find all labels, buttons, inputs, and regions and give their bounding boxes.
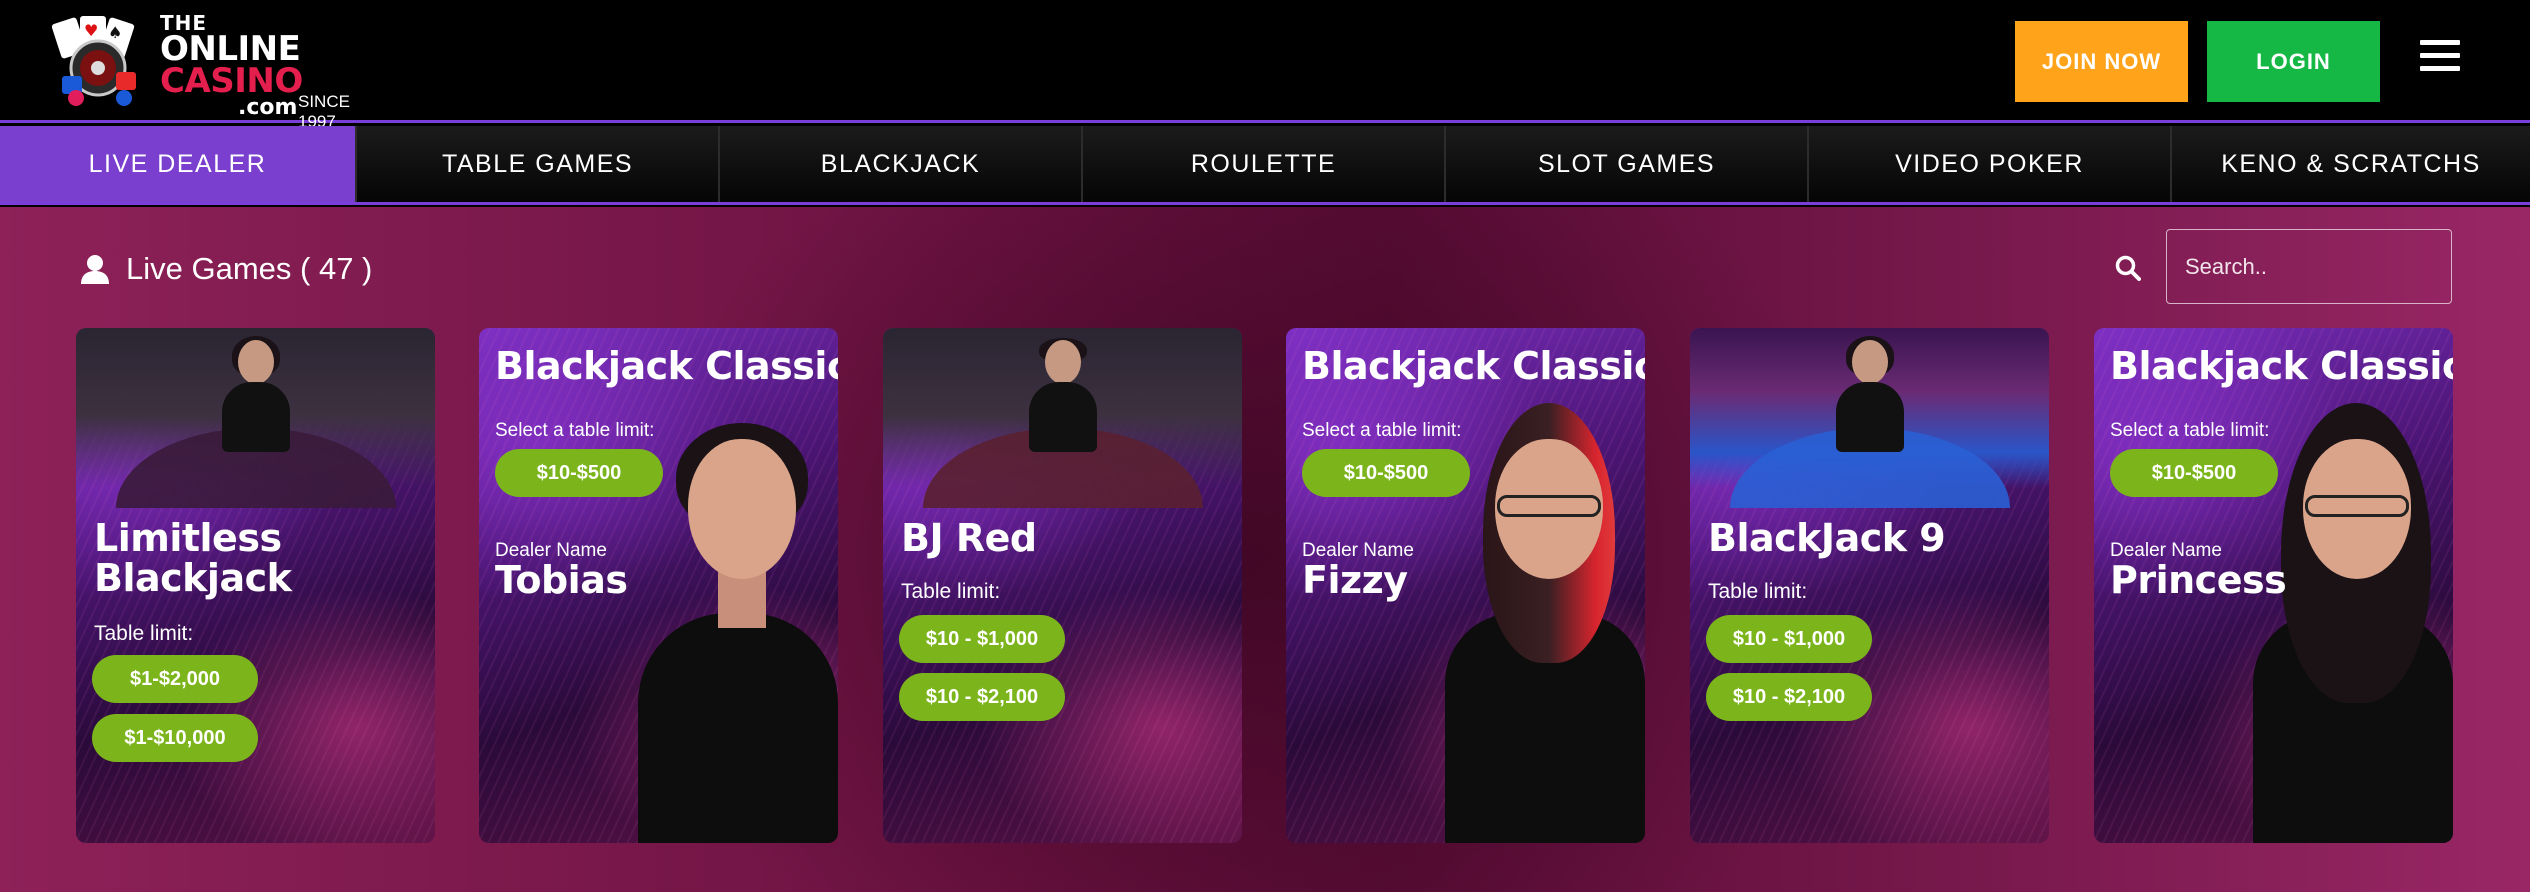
svg-text:♠: ♠: [108, 23, 122, 42]
game-card-bj-red[interactable]: BJ Red Table limit: $10 - $1,000 $10 - $…: [883, 328, 1242, 843]
menu-icon[interactable]: [2420, 40, 2460, 72]
tab-roulette[interactable]: ROULETTE: [1083, 126, 1446, 202]
dealer-name: Tobias: [495, 558, 628, 602]
logo-wordmark: THE ONLINE CASINO .com: [160, 13, 303, 118]
casino-emblem-icon: ♥ ♠: [51, 16, 136, 106]
limit-pill[interactable]: $10 - $1,000: [1706, 615, 1872, 663]
dealer-photo: [76, 328, 435, 508]
game-name: BJ Red: [901, 516, 1037, 560]
live-games-count: Live Games ( 47 ): [126, 251, 373, 286]
limit-pill[interactable]: $10 - $2,100: [1706, 673, 1872, 721]
game-name: Limitless Blackjack: [94, 516, 292, 600]
login-button[interactable]: LOGIN: [2207, 21, 2380, 102]
join-now-button[interactable]: JOIN NOW: [2015, 21, 2188, 102]
select-limit-label: Select a table limit:: [495, 420, 655, 441]
tab-table-games[interactable]: TABLE GAMES: [357, 126, 720, 202]
dealer-portrait: [1445, 403, 1645, 843]
limit-pill[interactable]: $1-$2,000: [92, 655, 258, 703]
search-input[interactable]: [2166, 229, 2452, 304]
limit-pill[interactable]: $10 - $1,000: [899, 615, 1065, 663]
table-limit-label: Table limit:: [1708, 580, 1808, 603]
logo-line-3: CASINO: [160, 61, 303, 102]
tab-blackjack[interactable]: BLACKJACK: [720, 126, 1083, 202]
dealer-portrait: [638, 403, 838, 843]
game-card-blackjack-classic-princess[interactable]: Blackjack Classic Select a table limit: …: [2094, 328, 2453, 843]
card-title: Blackjack Classic: [1302, 344, 1645, 388]
user-icon: [81, 255, 109, 284]
game-card-limitless-blackjack[interactable]: Limitless Blackjack Table limit: $1-$2,0…: [76, 328, 435, 843]
tab-keno-scratchs[interactable]: KENO & SCRATCHS: [2172, 126, 2530, 202]
limit-pill[interactable]: $10-$500: [1302, 449, 1470, 497]
dealer-image: [1830, 336, 1910, 452]
dealer-portrait: [2253, 403, 2453, 843]
limit-pill[interactable]: $1-$10,000: [92, 714, 258, 762]
game-card-blackjack-classic-tobias[interactable]: Blackjack Classic Select a table limit: …: [479, 328, 838, 843]
site-logo[interactable]: ♥ ♠ THE ONLINE CASINO .com SINCE 1997: [46, 13, 386, 131]
site-header: ♥ ♠ THE ONLINE CASINO .com SINCE 1997 JO…: [0, 0, 2530, 131]
game-card-blackjack-classic-fizzy[interactable]: Blackjack Classic Select a table limit: …: [1286, 328, 1645, 843]
tab-video-poker[interactable]: VIDEO POKER: [1809, 126, 2172, 202]
table-limit-label: Table limit:: [901, 580, 1001, 603]
limit-pill[interactable]: $10-$500: [2110, 449, 2278, 497]
tab-live-dealer[interactable]: LIVE DEALER: [0, 126, 357, 202]
dealer-name: Fizzy: [1302, 558, 1408, 602]
category-nav: LIVE DEALER TABLE GAMES BLACKJACK ROULET…: [0, 126, 2530, 205]
card-title: Blackjack Classic: [495, 344, 838, 388]
main-content: Live Games ( 47 ) Limitless Blackjack Ta…: [0, 207, 2530, 892]
limit-pill[interactable]: $10-$500: [495, 449, 663, 497]
tab-slot-games[interactable]: SLOT GAMES: [1446, 126, 1809, 202]
game-name-line-1: Limitless: [94, 516, 282, 560]
dealer-name: Princess: [2110, 558, 2287, 602]
select-limit-label: Select a table limit:: [2110, 420, 2270, 441]
table-limit-label: Table limit:: [94, 622, 194, 645]
dealer-photo: [883, 328, 1242, 508]
select-limit-label: Select a table limit:: [1302, 420, 1462, 441]
section-title: Live Games ( 47 ): [80, 249, 372, 289]
dealer-image: [1023, 338, 1103, 452]
svg-text:♥: ♥: [84, 21, 98, 40]
dealer-image: [216, 336, 296, 452]
game-card-blackjack-9[interactable]: BlackJack 9 Table limit: $10 - $1,000 $1…: [1690, 328, 2049, 843]
dealer-photo: [1690, 328, 2049, 508]
search-icon[interactable]: [2115, 255, 2141, 281]
limit-pill[interactable]: $10 - $2,100: [899, 673, 1065, 721]
game-name-line-2: Blackjack: [94, 556, 292, 600]
card-title: Blackjack Classic: [2110, 344, 2453, 388]
game-name: BlackJack 9: [1708, 516, 1946, 560]
